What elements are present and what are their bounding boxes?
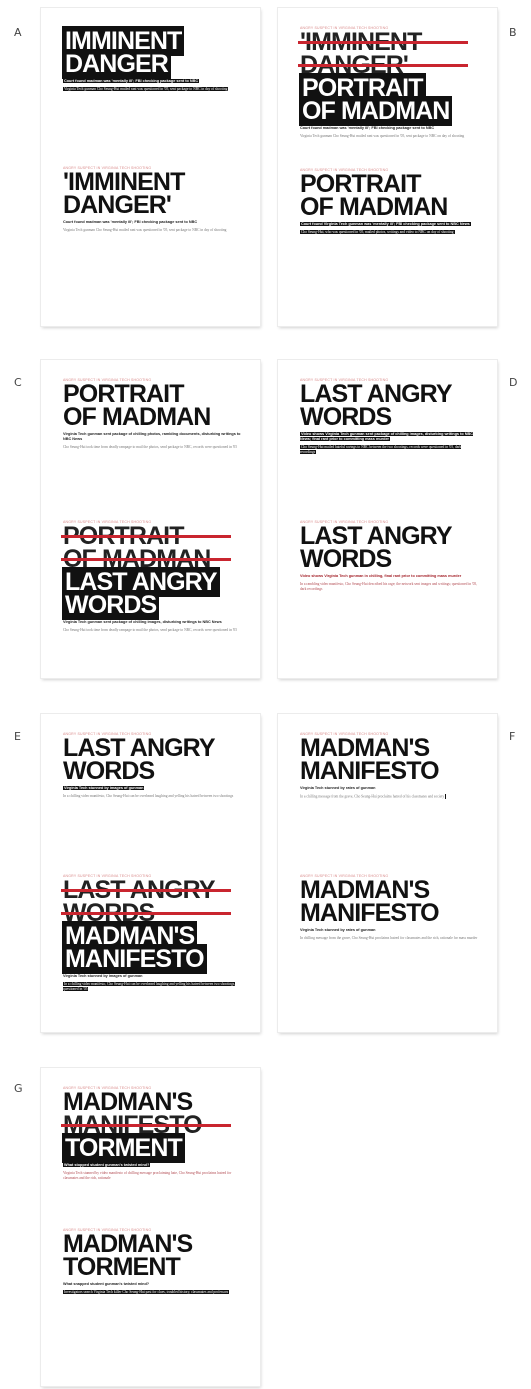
panel-letter-d: D: [509, 376, 518, 389]
body-text: Virginia Tech gunman Cho Seung-Hui maile…: [63, 87, 229, 91]
dek: Virginia Tech stunned by images of gunma…: [63, 974, 143, 978]
headline: TORMENT: [63, 1134, 184, 1162]
story-a-bottom: ANGRY SUSPECT IN VIRGINIA TECH SHOOTING …: [63, 166, 241, 233]
panel-letter-e: E: [14, 730, 21, 743]
headline: WORDS: [300, 545, 392, 573]
story-c-bottom: ANGRY SUSPECT IN VIRGINIA TECH SHOOTING …: [61, 520, 241, 633]
panel-letter-a: A: [14, 26, 22, 39]
body-text: Virginia Tech gunman Cho Seung-Hui maile…: [63, 228, 227, 232]
body-text: In a chilling video manifesto, Cho Seung…: [63, 982, 236, 991]
body-text: Cho Seung-Hui mailed hateful ravings to …: [300, 445, 462, 454]
story-g-bottom: ANGRY SUSPECT IN VIRGINIA TECH SHOOTING …: [63, 1228, 241, 1295]
panel-letter-g: G: [14, 1082, 23, 1095]
body-text: In a chilling video manifesto, Cho Seung…: [63, 794, 234, 798]
body-text: Investigators search Virginia Tech kille…: [63, 1290, 230, 1294]
dek: Virginia Tech gunman sent package of chi…: [63, 620, 222, 624]
body-text: Cho Seung-Hui took time from deadly ramp…: [63, 445, 238, 449]
body-text: In chilling message from the grave, Cho …: [300, 936, 478, 940]
story-b-top: ANGRY SUSPECT IN VIRGINIA TECH SHOOTING …: [298, 26, 478, 139]
body-text: In a rambling video manifesto, Cho Seung…: [300, 582, 478, 591]
headline: OF MADMAN: [300, 193, 448, 221]
headline: MANIFESTO: [300, 757, 440, 785]
dek: What snapped student gunman's twisted mi…: [63, 1282, 150, 1286]
dek: Court found Virginia Tech gunman was 'me…: [300, 222, 471, 226]
text-cursor: [445, 794, 447, 799]
headline: WORDS: [300, 403, 392, 431]
panel-letter-f: F: [509, 730, 516, 743]
dek: Court found madman was 'mentally ill'; F…: [300, 126, 435, 130]
story-b-bottom: ANGRY SUSPECT IN VIRGINIA TECH SHOOTING …: [300, 168, 478, 235]
dek: Court found madman was 'mentally ill'; F…: [63, 79, 200, 83]
struck-headline: OF MADMAN: [61, 547, 241, 572]
headline: OF MADMAN: [300, 97, 452, 125]
body-text: In a chilling message from the grave, Ch…: [300, 794, 447, 799]
page-b: ANGRY SUSPECT IN VIRGINIA TECH SHOOTING …: [278, 8, 497, 326]
headline: TORMENT: [63, 1253, 181, 1281]
story-f-top: ANGRY SUSPECT IN VIRGINIA TECH SHOOTING …: [300, 732, 478, 799]
dek: Virginia Tech stunned by rates of gunman: [300, 786, 376, 790]
headline: WORDS: [63, 591, 159, 619]
story-d-top: ANGRY SUSPECT IN VIRGINIA TECH SHOOTING …: [300, 378, 478, 455]
struck-headline: DANGER': [298, 53, 478, 78]
struck-headline: WORDS: [61, 901, 241, 926]
story-f-bottom: ANGRY SUSPECT IN VIRGINIA TECH SHOOTING …: [300, 874, 478, 941]
story-g-top: ANGRY SUSPECT IN VIRGINIA TECH SHOOTING …: [61, 1086, 241, 1181]
page-f: ANGRY SUSPECT IN VIRGINIA TECH SHOOTING …: [278, 714, 497, 1032]
dek: Virginia Tech gunman sent package of chi…: [63, 432, 241, 441]
headline: MANIFESTO: [300, 899, 440, 927]
page-g: ANGRY SUSPECT IN VIRGINIA TECH SHOOTING …: [41, 1068, 260, 1386]
panel-letter-b: B: [509, 26, 517, 39]
dek: Video shows Virginia Tech gunman sent pa…: [300, 432, 473, 441]
story-d-bottom: ANGRY SUSPECT IN VIRGINIA TECH SHOOTING …: [300, 520, 478, 592]
dek: Virginia Tech stunned by rates of gunman: [300, 928, 376, 932]
headline: MANIFESTO: [63, 945, 206, 973]
headline: DANGER': [63, 191, 172, 219]
page-e: ANGRY SUSPECT IN VIRGINIA TECH SHOOTING …: [41, 714, 260, 1032]
story-c-top: ANGRY SUSPECT IN VIRGINIA TECH SHOOTING …: [63, 378, 241, 450]
dek: Court found madman was 'mentally ill'; F…: [63, 220, 198, 224]
body-text: Virginia Tech stunned by video manifesto…: [63, 1171, 232, 1180]
page-c: ANGRY SUSPECT IN VIRGINIA TECH SHOOTING …: [41, 360, 260, 678]
headline: WORDS: [63, 757, 155, 785]
story-e-bottom: ANGRY SUSPECT IN VIRGINIA TECH SHOOTING …: [61, 874, 241, 992]
body-text: Cho Seung-Hui, who was questioned in '05…: [300, 230, 455, 234]
headline: OF MADMAN: [63, 403, 211, 431]
dek: Video shows Virginia Tech gunman in chil…: [300, 574, 462, 578]
body-text: Virginia Tech gunman Cho Seung-Hui maile…: [300, 134, 465, 138]
dek: What stopped student gunman's twisted mi…: [63, 1163, 151, 1167]
panel-letter-c: C: [14, 376, 22, 389]
page-a: IMMINENT DANGER Court found madman was '…: [41, 8, 260, 326]
story-a-top: IMMINENT DANGER Court found madman was '…: [63, 27, 241, 92]
struck-headline: MANIFESTO: [61, 1113, 241, 1138]
story-e-top: ANGRY SUSPECT IN VIRGINIA TECH SHOOTING …: [63, 732, 241, 799]
page-d: ANGRY SUSPECT IN VIRGINIA TECH SHOOTING …: [278, 360, 497, 678]
headline: DANGER: [63, 50, 170, 78]
body-text: Cho Seung-Hui took time from deadly ramp…: [63, 628, 238, 632]
dek: Virginia Tech stunned by images of gunma…: [63, 786, 145, 790]
